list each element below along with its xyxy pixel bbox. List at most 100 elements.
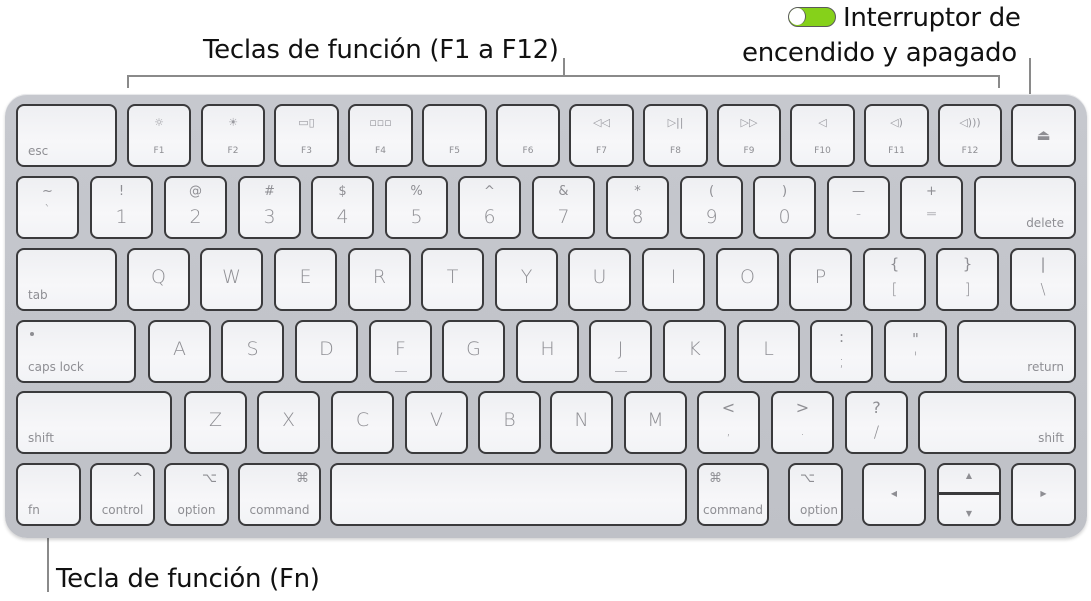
key-f11[interactable]: ◁) F11 [864,104,929,167]
key-command-right-label: command [703,503,763,517]
key-l[interactable]: L [737,320,800,383]
key-bottom-legend: . [800,423,805,439]
key-bottom-legend: ` [44,204,51,219]
arrow-down-icon: ▼ [965,509,973,518]
key-a[interactable]: A [148,320,211,383]
key-backslash[interactable]: | \ [1010,248,1076,311]
key-6[interactable]: ^ 6 [458,176,521,239]
key-8[interactable]: * 8 [606,176,669,239]
arrow-up-icon: ▲ [965,471,973,480]
key-0[interactable]: ) 0 [753,176,816,239]
key-legend: B [503,409,516,431]
key-top-legend: ^ [484,184,495,199]
key-legend: Z [208,409,223,431]
key-bottom-legend: 4 [336,206,349,228]
key-f2[interactable]: ☀ F2 [201,104,265,167]
key-x[interactable]: X [257,391,320,454]
key-bottom-legend: 3 [263,206,276,228]
key-bottom-legend: / [873,422,880,441]
key-z[interactable]: Z [184,391,247,454]
key-y[interactable]: Y [495,248,558,311]
key-legend: S [246,338,259,360]
key-backtick[interactable]: ~ ` [16,176,79,239]
key-space[interactable] [330,463,687,526]
key-command-right[interactable]: ⌘ command [697,463,769,526]
key-legend: N [574,409,589,431]
key-option-left[interactable]: ⌥ option [164,463,229,526]
key-command-left[interactable]: ⌘ command [238,463,321,526]
key-arrow-left[interactable]: ◀ [862,463,926,526]
key-n[interactable]: N [550,391,613,454]
key-semicolon[interactable]: :; [810,320,873,383]
key-top-legend: ( [708,184,715,199]
key-p[interactable]: P [789,248,852,311]
key-slash[interactable]: ? / [845,391,908,454]
key-legend: E [299,266,312,288]
key-period[interactable]: >. [771,391,834,454]
key-caps-lock[interactable]: caps lock [16,320,136,383]
key-f9[interactable]: ▷▷ F9 [717,104,781,167]
key-b[interactable]: B [478,391,541,454]
key-f3[interactable]: ▭▯ F3 [274,104,339,167]
key-delete[interactable]: delete [974,176,1076,239]
key-r[interactable]: R [348,248,411,311]
key-f6[interactable]: F6 [496,104,560,167]
key-f4[interactable]: ▫▫▫ F4 [348,104,413,167]
key-fn[interactable]: fn [16,463,81,526]
key-comma[interactable]: <, [697,391,760,454]
key-v[interactable]: V [405,391,468,454]
key-f[interactable]: F [369,320,432,383]
key-4[interactable]: $4 [311,176,374,239]
fast-forward-icon: ▷▷ [740,116,758,129]
key-s[interactable]: S [221,320,284,383]
key-tab[interactable]: tab [16,248,117,311]
play-pause-icon: ▷|| [667,116,684,129]
key-arrow-right[interactable]: ▶ [1011,463,1076,526]
arrow-left-icon: ◀ [890,489,898,498]
key-o[interactable]: O [716,248,779,311]
key-q[interactable]: Q [127,248,190,311]
key-f10[interactable]: ◁ F10 [790,104,855,167]
key-d[interactable]: D [295,320,358,383]
key-e[interactable]: E [274,248,337,311]
key-9[interactable]: (9 [680,176,743,239]
key-return[interactable]: return [957,320,1076,383]
key-top-legend: | [1040,255,1046,273]
key-h[interactable]: H [516,320,579,383]
key-t[interactable]: T [421,248,484,311]
key-5[interactable]: % 5 [385,176,448,239]
launchpad-icon: ▫▫▫ [369,116,392,129]
key-eject[interactable]: ⏏ [1011,104,1076,167]
key-f5[interactable]: F5 [422,104,487,167]
key-2[interactable]: @2 [164,176,227,239]
key-1[interactable]: ! 1 [90,176,153,239]
key-left-bracket[interactable]: {[ [863,248,926,311]
key-f7[interactable]: ◁◁ F7 [569,104,634,167]
key-k[interactable]: K [663,320,726,383]
key-legend: T [446,266,459,288]
key-equals[interactable]: + = [900,176,963,239]
key-f12[interactable]: ◁))) F12 [938,104,1002,167]
key-j[interactable]: J [589,320,652,383]
key-arrow-up-down[interactable]: ▲ ▼ [937,463,1001,526]
key-quote[interactable]: " ' [884,320,947,383]
key-w[interactable]: W [200,248,263,311]
key-i[interactable]: I [642,248,705,311]
key-option-right[interactable]: ⌥ option [788,463,843,526]
key-f4-label: F4 [375,146,386,156]
key-g[interactable]: G [442,320,505,383]
key-shift-right[interactable]: shift [918,391,1076,454]
key-f8[interactable]: ▷|| F8 [643,104,708,167]
key-m[interactable]: M [624,391,687,454]
key-7[interactable]: & 7 [532,176,595,239]
key-esc[interactable]: esc [16,104,117,167]
key-legend: O [740,266,755,288]
key-minus[interactable]: — - [827,176,890,239]
key-3[interactable]: #3 [238,176,301,239]
key-control[interactable]: ^ control [90,463,155,526]
key-u[interactable]: U [568,248,631,311]
key-f1[interactable]: ☼ F1 [127,104,191,167]
key-right-bracket[interactable]: }] [936,248,999,311]
key-shift-left[interactable]: shift [16,391,172,454]
key-c[interactable]: C [331,391,394,454]
